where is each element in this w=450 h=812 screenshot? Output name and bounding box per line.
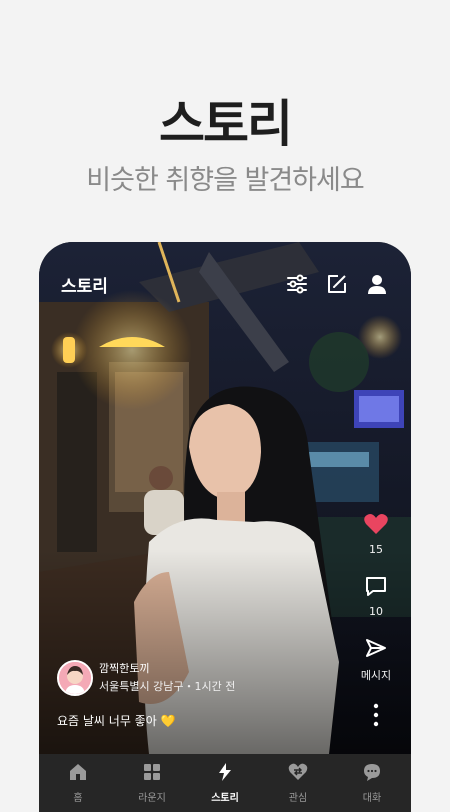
avatar[interactable] xyxy=(57,660,93,696)
tab-home[interactable]: 홈 xyxy=(41,762,115,804)
like-count: 15 xyxy=(369,543,383,556)
chat-bubble-icon xyxy=(364,764,380,781)
tab-lounge[interactable]: 라운지 xyxy=(115,762,189,804)
story-header: 스토리 xyxy=(39,264,411,304)
tab-story[interactable]: 스토리 xyxy=(188,762,262,804)
like-button[interactable]: 15 xyxy=(341,512,411,556)
more-options-icon[interactable] xyxy=(368,702,384,728)
tab-label: 관심 xyxy=(288,793,308,804)
tab-label: 홈 xyxy=(73,793,83,804)
post-author[interactable]: 깜찍한토끼 서울특별시 강남구・1시간 전 xyxy=(57,660,357,696)
hero-title: 스토리 xyxy=(159,95,293,153)
tab-interest[interactable]: 관심 xyxy=(261,762,335,804)
tab-label: 스토리 xyxy=(211,793,239,804)
grid-icon xyxy=(144,764,160,780)
tab-chat[interactable]: 대화 xyxy=(335,762,409,804)
author-name[interactable]: 깜찍한토끼 xyxy=(99,660,150,676)
send-icon xyxy=(366,639,386,657)
comment-icon xyxy=(366,577,386,596)
tab-label: 대화 xyxy=(362,793,382,804)
profile-icon[interactable] xyxy=(365,272,389,296)
heart-icon xyxy=(364,514,388,534)
hero-subtitle: 비슷한 취향을 발견하세요 xyxy=(86,165,364,196)
phone-screen: 스토리 15 10 메시지 깜찍한토끼 서울특별시 강남구・1시간 전 요즘 날… xyxy=(39,242,411,812)
header-title: 스토리 xyxy=(61,277,108,297)
bottom-tab-bar: 홈 라운지 스토리 관심 대화 xyxy=(39,754,411,812)
tab-label: 라운지 xyxy=(138,793,166,804)
home-icon xyxy=(70,764,86,780)
comment-button[interactable]: 10 xyxy=(341,574,411,618)
author-location-time: 서울특별시 강남구・1시간 전 xyxy=(99,680,236,693)
post-caption: 요즘 날씨 너무 좋아 💛 xyxy=(57,714,176,728)
comment-count: 10 xyxy=(369,605,383,618)
filter-sliders-icon[interactable] xyxy=(285,272,309,296)
edit-icon[interactable] xyxy=(325,272,349,296)
heart-exchange-icon xyxy=(288,763,308,780)
lightning-icon xyxy=(219,763,231,781)
